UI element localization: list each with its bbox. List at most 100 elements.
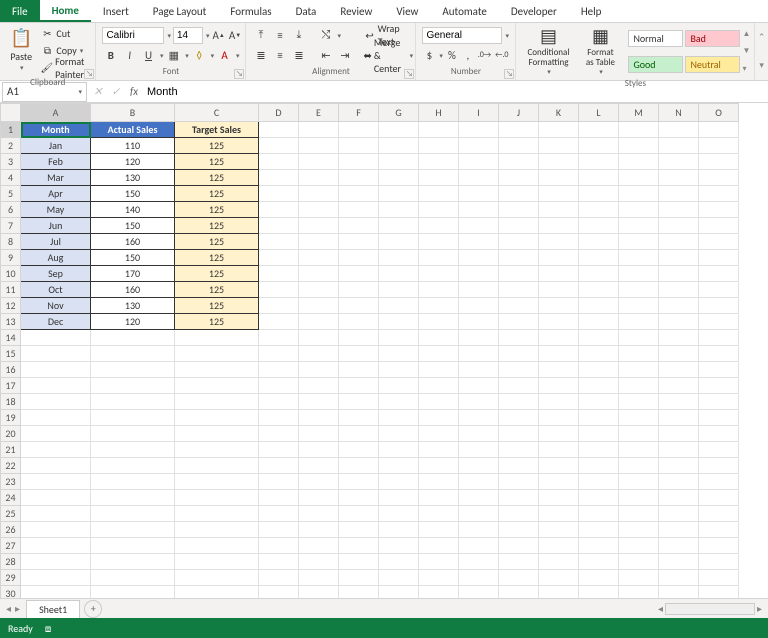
- cell[interactable]: [459, 202, 499, 218]
- cell[interactable]: [299, 250, 339, 266]
- cell[interactable]: [21, 506, 91, 522]
- cell[interactable]: [339, 426, 379, 442]
- cell[interactable]: [21, 570, 91, 586]
- cell[interactable]: [379, 426, 419, 442]
- cell[interactable]: [619, 346, 659, 362]
- cell[interactable]: 120: [91, 314, 175, 330]
- cell[interactable]: [579, 586, 619, 599]
- cell[interactable]: [499, 170, 539, 186]
- cell[interactable]: 125: [175, 282, 259, 298]
- cell[interactable]: [459, 442, 499, 458]
- cell[interactable]: [579, 458, 619, 474]
- row-header[interactable]: 17: [1, 378, 21, 394]
- row-header[interactable]: 25: [1, 506, 21, 522]
- cell[interactable]: [91, 362, 175, 378]
- cell[interactable]: [699, 250, 739, 266]
- cell[interactable]: [299, 538, 339, 554]
- cell[interactable]: [579, 266, 619, 282]
- cell[interactable]: [699, 554, 739, 570]
- cell[interactable]: [499, 314, 539, 330]
- cell[interactable]: 130: [91, 170, 175, 186]
- cell[interactable]: [459, 538, 499, 554]
- cut-button[interactable]: ✂Cut: [38, 25, 91, 42]
- tab-help[interactable]: Help: [569, 0, 614, 22]
- cell[interactable]: [539, 410, 579, 426]
- cell[interactable]: [459, 314, 499, 330]
- cell[interactable]: [91, 506, 175, 522]
- decrease-indent-icon[interactable]: ⇤: [317, 47, 334, 64]
- cell[interactable]: 140: [91, 202, 175, 218]
- tab-data[interactable]: Data: [284, 0, 329, 22]
- cell[interactable]: [699, 266, 739, 282]
- cell[interactable]: [459, 426, 499, 442]
- cell[interactable]: [379, 378, 419, 394]
- cell[interactable]: [175, 394, 259, 410]
- cell[interactable]: [419, 426, 459, 442]
- cell[interactable]: [339, 250, 379, 266]
- cell[interactable]: [459, 234, 499, 250]
- row-header[interactable]: 27: [1, 538, 21, 554]
- row-header[interactable]: 5: [1, 186, 21, 202]
- row-header[interactable]: 13: [1, 314, 21, 330]
- cell[interactable]: [499, 330, 539, 346]
- cell[interactable]: [21, 378, 91, 394]
- cell[interactable]: [259, 298, 299, 314]
- cell[interactable]: [175, 586, 259, 599]
- increase-decimal-icon[interactable]: .0→: [477, 47, 492, 64]
- cell[interactable]: [699, 426, 739, 442]
- cell[interactable]: [339, 362, 379, 378]
- cell[interactable]: [699, 330, 739, 346]
- row-header[interactable]: 26: [1, 522, 21, 538]
- cell[interactable]: [175, 474, 259, 490]
- cell[interactable]: [419, 138, 459, 154]
- cell[interactable]: [579, 186, 619, 202]
- cell[interactable]: [379, 202, 419, 218]
- cell[interactable]: [259, 474, 299, 490]
- cell[interactable]: [299, 490, 339, 506]
- cell[interactable]: [339, 122, 379, 138]
- cell[interactable]: [339, 330, 379, 346]
- cell[interactable]: [21, 330, 91, 346]
- cell[interactable]: [299, 266, 339, 282]
- cell[interactable]: [259, 570, 299, 586]
- cell[interactable]: [299, 554, 339, 570]
- cell[interactable]: [699, 218, 739, 234]
- cell[interactable]: [379, 138, 419, 154]
- cell[interactable]: 125: [175, 154, 259, 170]
- cell[interactable]: [459, 266, 499, 282]
- cell[interactable]: [339, 170, 379, 186]
- cell[interactable]: [619, 426, 659, 442]
- row-header[interactable]: 14: [1, 330, 21, 346]
- cell[interactable]: [619, 538, 659, 554]
- cell[interactable]: [299, 570, 339, 586]
- cell[interactable]: [539, 266, 579, 282]
- decrease-font-icon[interactable]: A▼: [228, 27, 242, 44]
- cell[interactable]: [699, 362, 739, 378]
- cell[interactable]: 125: [175, 170, 259, 186]
- decrease-decimal-icon[interactable]: ←.0: [494, 47, 509, 64]
- cell[interactable]: [539, 506, 579, 522]
- cell[interactable]: [419, 506, 459, 522]
- cell[interactable]: [379, 506, 419, 522]
- cell[interactable]: [459, 218, 499, 234]
- cell[interactable]: [419, 490, 459, 506]
- font-color-button[interactable]: A: [216, 47, 233, 64]
- cell[interactable]: [379, 458, 419, 474]
- cell[interactable]: [379, 250, 419, 266]
- row-header[interactable]: 3: [1, 154, 21, 170]
- cell[interactable]: [299, 330, 339, 346]
- cell[interactable]: Apr: [21, 186, 91, 202]
- cell[interactable]: [259, 490, 299, 506]
- cell[interactable]: [175, 346, 259, 362]
- cell[interactable]: [659, 442, 699, 458]
- cell[interactable]: [619, 586, 659, 599]
- column-header[interactable]: L: [579, 104, 619, 122]
- cell[interactable]: [579, 474, 619, 490]
- cell[interactable]: 125: [175, 250, 259, 266]
- cell[interactable]: [699, 234, 739, 250]
- cell[interactable]: [499, 346, 539, 362]
- row-header[interactable]: 29: [1, 570, 21, 586]
- row-header[interactable]: 23: [1, 474, 21, 490]
- cell[interactable]: [699, 410, 739, 426]
- cell[interactable]: [499, 186, 539, 202]
